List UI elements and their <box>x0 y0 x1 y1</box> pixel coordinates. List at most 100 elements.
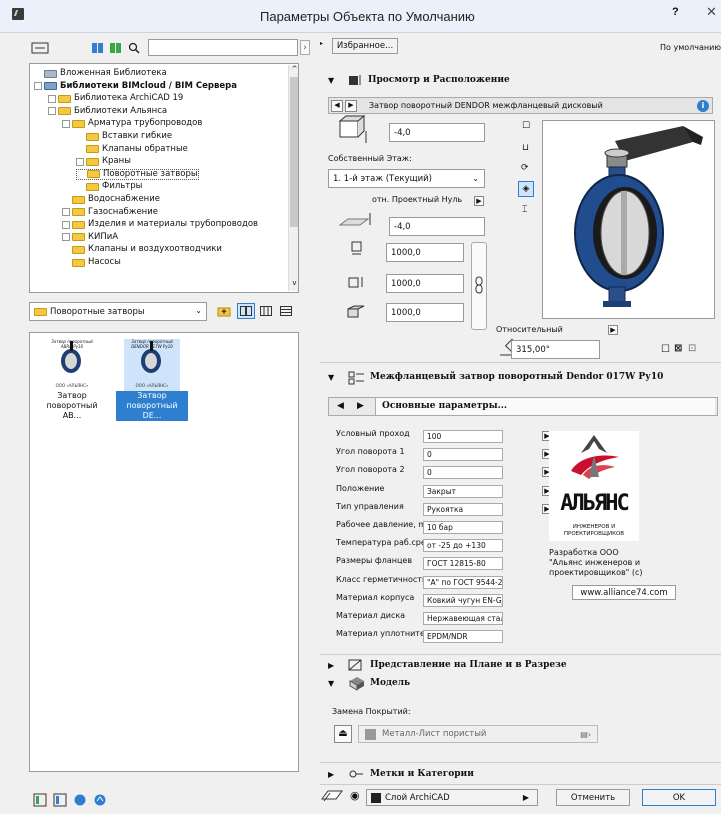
angle-field[interactable]: 315,00° <box>511 340 600 359</box>
parameter-value[interactable]: Нержавеющая сталь <box>423 612 503 625</box>
tree-expander-icon[interactable] <box>62 220 70 229</box>
surface-select[interactable]: Металл-Лист пористый ▤› <box>358 725 598 743</box>
tree-item[interactable]: Библиотеки BIMcloud / BIM Сервера <box>34 81 237 92</box>
story-select[interactable]: 1. 1-й этаж (Текущий) ⌄ <box>328 169 485 188</box>
top-offset-field[interactable]: -4,0 <box>389 123 485 142</box>
list-view-icon[interactable] <box>277 303 295 319</box>
tree-scrollbar[interactable]: ^ v <box>288 65 298 291</box>
tree-item[interactable]: Фильтры <box>76 181 142 192</box>
help-button[interactable]: ? <box>672 6 679 18</box>
tree-item[interactable]: Вложенная Библиотека <box>34 68 167 79</box>
folder-up-icon[interactable] <box>215 303 233 319</box>
parameter-label: Угол поворота 2 <box>336 465 405 475</box>
parameter-value[interactable]: от -25 до +130 <box>423 539 503 553</box>
folder-select[interactable]: Поворотные затворы ⌄ <box>29 302 207 321</box>
surface-override-toggle[interactable]: ⏏ <box>334 725 352 743</box>
tree-expander-icon[interactable] <box>34 82 42 91</box>
library-load-icon[interactable] <box>31 792 49 808</box>
section-model[interactable]: ▼ Модель <box>328 674 713 692</box>
view-mode-plan-icon[interactable]: ⊔ <box>522 143 529 153</box>
section-tags-categories[interactable]: ▶ Метки и Категории <box>328 765 713 783</box>
search-input[interactable] <box>148 39 298 56</box>
next-page-icon[interactable]: ▶ <box>357 401 364 411</box>
ref-offset-field[interactable]: -4,0 <box>389 217 485 236</box>
library-object-card[interactable]: Затвор поворотный ABRA Ру16 ООО «АЛЬЯНС» З… <box>36 337 108 421</box>
view-mode-elevation-icon[interactable]: ⌶ <box>522 205 527 215</box>
prev-object-button[interactable]: ◀ <box>331 100 343 112</box>
library-tree[interactable]: Вложенная Библиотека Библиотеки BIMcloud … <box>29 63 299 293</box>
view-mode-icon[interactable] <box>29 40 51 56</box>
parameter-value[interactable]: 10 бар <box>423 521 503 534</box>
prev-page-icon[interactable]: ◀ <box>337 401 344 411</box>
parameter-value[interactable]: 0 <box>423 466 503 480</box>
bimcomponents-icon[interactable] <box>71 792 89 808</box>
view-mode-3d-icon[interactable]: ◈ <box>518 181 534 197</box>
parameter-value[interactable]: "А" по ГОСТ 9544-2005 <box>423 575 503 589</box>
bimcloud-icon[interactable] <box>91 792 109 808</box>
large-icons-view-icon[interactable] <box>237 303 255 319</box>
tree-item[interactable]: Клапаны обратные <box>76 144 188 155</box>
mirror-toggle-icon[interactable]: ☐ <box>661 344 670 355</box>
view-mode-2d-icon[interactable]: ☐ <box>522 121 530 131</box>
section-floor-plan[interactable]: ▶ Представление на Плане и в Разрезе <box>328 656 713 674</box>
tree-item[interactable]: Арматура трубопроводов <box>62 118 202 129</box>
small-icons-view-icon[interactable] <box>257 303 275 319</box>
tree-expander-icon[interactable] <box>62 233 70 242</box>
section-title: Модель <box>370 678 411 688</box>
add-library-icon[interactable] <box>107 40 125 56</box>
library-manager-icon[interactable] <box>89 40 107 56</box>
parameter-value[interactable]: Рукоятка <box>423 502 503 516</box>
website-button[interactable]: www.alliance74.com <box>572 585 676 600</box>
tree-item[interactable]: Краны <box>76 156 131 167</box>
collapse-arrow-icon[interactable]: ▸ <box>320 40 325 47</box>
library-object-card[interactable]: Затвор поворотный DENDOR 017W Ру10 ООО «А… <box>116 337 188 421</box>
parameter-value[interactable]: 100 <box>423 430 503 443</box>
parameter-value[interactable]: 0 <box>423 448 503 462</box>
tree-item[interactable]: Водоснабжение <box>62 194 160 205</box>
parameter-value[interactable]: ГОСТ 12815-80 <box>423 557 503 571</box>
close-button[interactable]: ✕ <box>706 5 717 20</box>
tree-item[interactable]: Клапаны и воздухоотводчики <box>62 244 222 255</box>
tree-expander-icon[interactable] <box>62 119 70 128</box>
info-icon[interactable]: i <box>697 100 709 112</box>
folder-icon <box>72 195 85 204</box>
library-part-icon[interactable] <box>51 792 69 808</box>
cancel-button[interactable]: Отменить <box>556 789 630 806</box>
parameter-value[interactable]: EPDM/NDR <box>423 630 503 644</box>
search-icon[interactable] <box>125 40 143 56</box>
tree-expander-icon[interactable] <box>48 94 56 103</box>
height-field[interactable]: 1000,0 <box>386 303 464 322</box>
relative-dropdown-button[interactable]: ▶ <box>608 325 618 335</box>
tree-item[interactable]: Поворотные затворы <box>76 168 199 180</box>
depth-field[interactable]: 1000,0 <box>386 274 464 293</box>
tree-item[interactable]: Изделия и материалы трубопроводов <box>62 219 258 230</box>
section-preview-positioning[interactable]: ▼ Просмотр и Расположение <box>328 71 713 89</box>
ref-dropdown-button[interactable]: ▶ <box>474 196 484 206</box>
tree-expander-icon[interactable] <box>76 157 84 166</box>
parameter-value[interactable]: Ковкий чугун EN-GJS-4 <box>423 593 503 607</box>
tree-scroll-thumb[interactable] <box>290 77 298 227</box>
proportion-lock[interactable] <box>471 242 487 330</box>
ok-button[interactable]: OK <box>642 789 716 806</box>
object-label-line: поворотный AB... <box>46 401 98 420</box>
layer-select[interactable]: Слой ArchiCAD ▶ <box>366 789 538 806</box>
tree-expander-icon[interactable] <box>48 107 56 116</box>
eye-visibility-icon[interactable]: ◉ <box>350 789 360 802</box>
section-parameters[interactable]: ▼ Межфланцевый затвор поворотный Dendor … <box>328 368 713 386</box>
parameter-tab-label[interactable]: Основные параметры... <box>375 398 715 415</box>
width-field[interactable]: 1000,0 <box>386 243 464 262</box>
tree-item[interactable]: Библиотека ArchiCAD 19 <box>48 93 183 104</box>
tree-item[interactable]: Библиотеки Альянса <box>48 106 167 117</box>
tree-item[interactable]: Насосы <box>62 257 121 268</box>
mirror-x-icon[interactable]: ⊠ <box>674 343 682 354</box>
tree-item[interactable]: Газоснабжение <box>62 207 158 218</box>
next-object-button[interactable]: ▶ <box>345 100 357 112</box>
tree-item[interactable]: КИПиА <box>62 232 118 243</box>
favorites-button[interactable]: Избранное... <box>332 38 398 54</box>
tree-expander-icon[interactable] <box>62 208 70 217</box>
parameter-value[interactable]: Закрыт <box>423 484 503 498</box>
view-mode-section-icon[interactable]: ⟳ <box>521 163 529 173</box>
tree-item[interactable]: Вставки гибкие <box>76 131 172 142</box>
mirror-y-icon[interactable]: ⊡ <box>688 343 696 354</box>
search-options-arrow[interactable]: › <box>300 40 310 55</box>
